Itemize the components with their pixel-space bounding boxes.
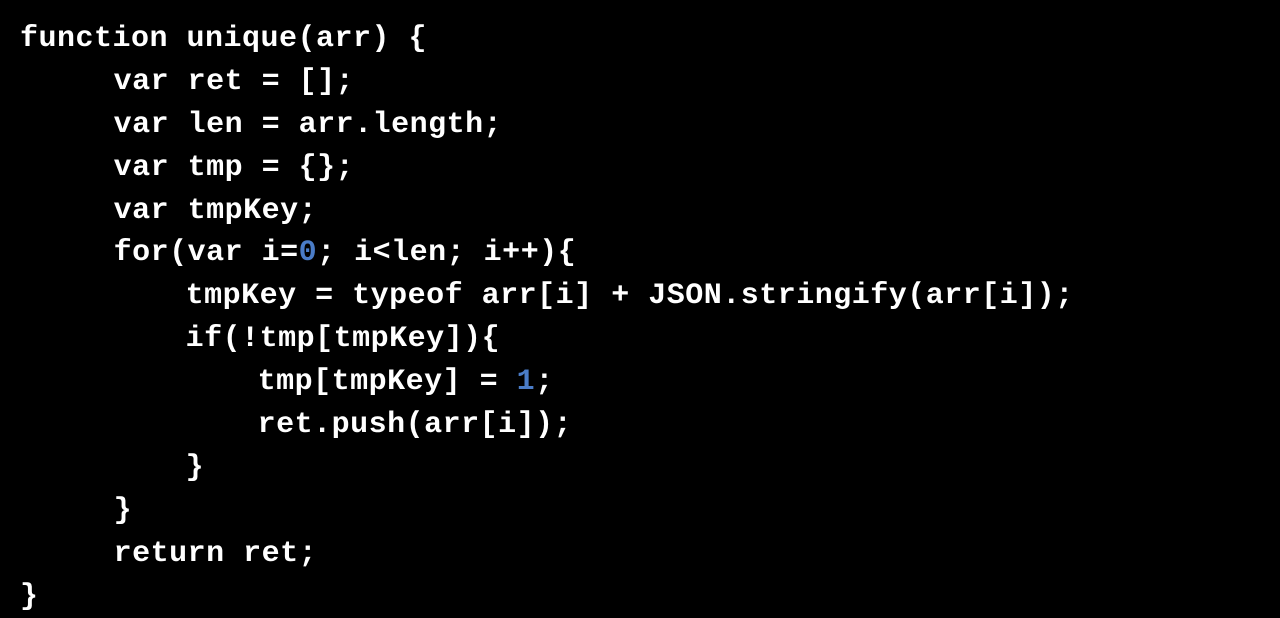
- code-line-11: }: [20, 447, 1260, 490]
- code-token: }: [20, 580, 39, 614]
- code-token: ret.push(arr[i]);: [258, 408, 573, 442]
- code-token: var tmp = {};: [114, 151, 355, 185]
- code-line-8: if(!tmp[tmpKey]){: [20, 318, 1260, 361]
- code-token: for(var i=: [114, 236, 299, 270]
- code-token-number: 1: [517, 365, 536, 399]
- code-line-6: for(var i=0; i<len; i++){: [20, 232, 1260, 275]
- code-line-2: var ret = [];: [20, 61, 1260, 104]
- code-token: tmp[tmpKey] =: [258, 365, 517, 399]
- code-token: var ret = [];: [114, 65, 355, 99]
- code-token: tmpKey = typeof arr[i] + JSON.stringify(…: [186, 279, 1074, 313]
- code-line-4: var tmp = {};: [20, 147, 1260, 190]
- code-line-1: function unique(arr) {: [20, 18, 1260, 61]
- code-line-5: var tmpKey;: [20, 190, 1260, 233]
- code-token: return ret;: [114, 537, 318, 571]
- code-block: function unique(arr) { var ret = []; var l…: [20, 18, 1260, 618]
- code-token: ;: [535, 365, 554, 399]
- code-token: function unique(arr) {: [20, 22, 427, 56]
- code-line-10: ret.push(arr[i]);: [20, 404, 1260, 447]
- code-line-7: tmpKey = typeof arr[i] + JSON.stringify(…: [20, 275, 1260, 318]
- code-line-3: var len = arr.length;: [20, 104, 1260, 147]
- code-token: ; i<len; i++){: [317, 236, 576, 270]
- code-token: if(!tmp[tmpKey]){: [186, 322, 501, 356]
- code-token-number: 0: [299, 236, 318, 270]
- code-token: }: [186, 451, 205, 485]
- code-token: var tmpKey;: [114, 194, 318, 228]
- code-token: var len = arr.length;: [114, 108, 503, 142]
- code-line-13: return ret;: [20, 533, 1260, 576]
- code-line-14: }: [20, 576, 1260, 618]
- code-token: }: [114, 494, 133, 528]
- code-line-9: tmp[tmpKey] = 1;: [20, 361, 1260, 404]
- code-line-12: }: [20, 490, 1260, 533]
